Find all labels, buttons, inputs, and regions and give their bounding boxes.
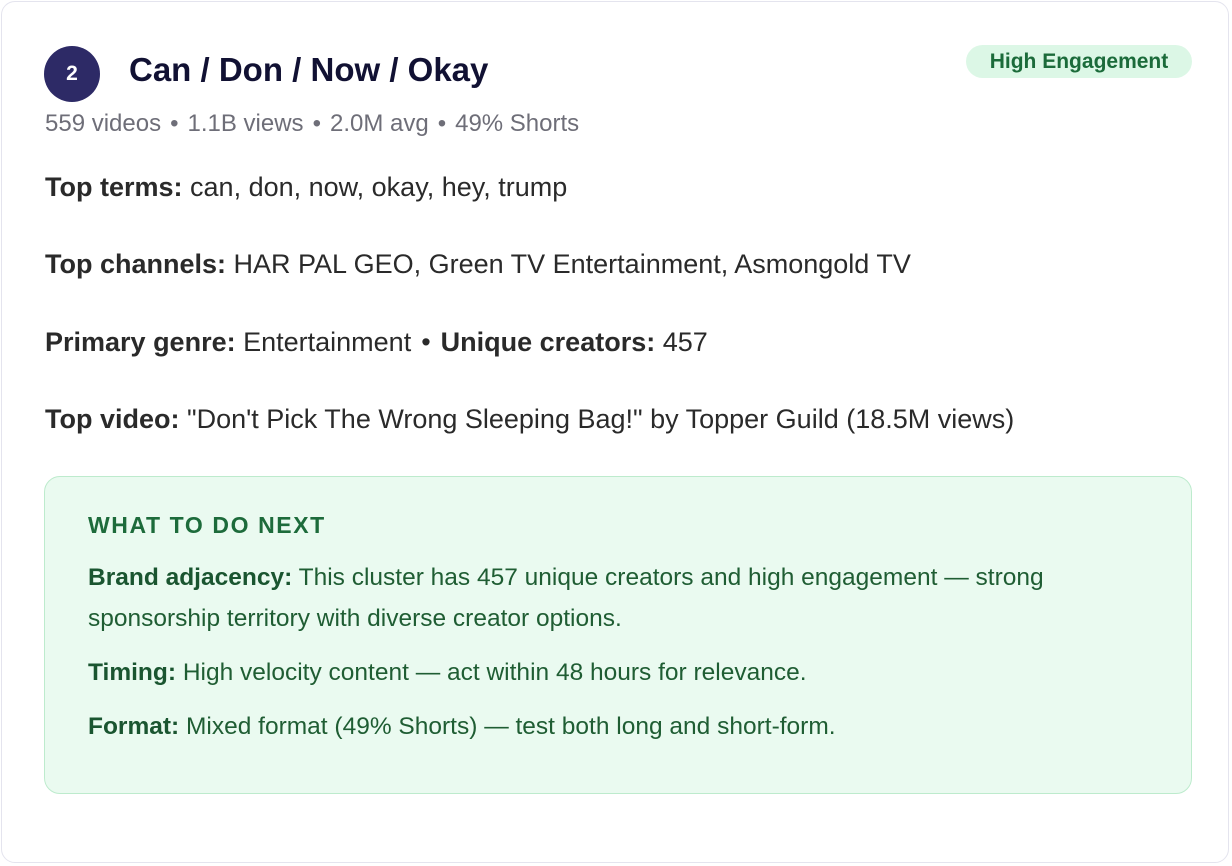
stat-videos: 559 videos — [45, 110, 162, 137]
next-step-text: Mixed format (49% Shorts) — test both lo… — [186, 713, 836, 740]
cluster-title: Can / Don / Now / Okay — [129, 51, 489, 88]
primary-genre-value: Entertainment — [243, 327, 412, 357]
cluster-card: 2 Can / Don / Now / Okay High Engagement… — [1, 1, 1229, 863]
top-video-row: Top video: "Don't Pick The Wrong Sleepin… — [45, 401, 1014, 437]
primary-genre-label: Primary genre: — [45, 327, 236, 357]
next-steps-heading: WHAT TO DO NEXT — [88, 512, 326, 538]
top-terms-label: Top terms: — [45, 172, 183, 202]
next-step-format: Format: Mixed format (49% Shorts) — test… — [88, 706, 1148, 747]
top-channels-label: Top channels: — [45, 249, 227, 279]
next-step-timing: Timing: High velocity content — act with… — [88, 652, 1148, 693]
top-terms-value: can, don, now, okay, hey, trump — [190, 172, 568, 202]
rank-number: 2 — [66, 62, 78, 85]
stat-separator: • — [312, 110, 321, 137]
next-step-label: Timing: — [88, 659, 177, 686]
genre-creators-row: Primary genre: Entertainment • Unique crea… — [45, 324, 708, 360]
next-step-brand-adjacency: Brand adjacency: This cluster has 457 un… — [88, 557, 1148, 639]
next-step-label: Format: — [88, 713, 180, 740]
top-channels-row: Top channels: HAR PAL GEO, Green TV Ente… — [45, 246, 911, 282]
unique-creators-value: 457 — [662, 327, 708, 357]
stat-separator: • — [437, 110, 447, 137]
engagement-badge: High Engagement — [966, 45, 1192, 78]
top-video-label: Top video: — [45, 404, 180, 434]
next-step-text: High velocity content — act within 48 ho… — [182, 659, 807, 686]
genre-separator: • — [421, 327, 431, 357]
stat-views: 1.1B views — [187, 110, 304, 137]
stat-shorts: 49% Shorts — [455, 110, 580, 137]
top-channels-value: HAR PAL GEO, Green TV Entertainment, Asm… — [233, 249, 911, 279]
top-terms-row: Top terms: can, don, now, okay, hey, tru… — [45, 169, 567, 205]
stat-avg: 2.0M avg — [329, 110, 429, 137]
top-video-value: "Don't Pick The Wrong Sleeping Bag!" by … — [187, 404, 1015, 434]
cluster-stats: 559 videos • 1.1B views • 2.0M avg • 49% Short… — [45, 108, 579, 140]
engagement-badge-label: High Engagement — [989, 49, 1169, 73]
stat-separator: • — [170, 110, 179, 137]
next-steps-panel: WHAT TO DO NEXT Brand adjacency: This cl… — [44, 476, 1192, 794]
next-step-label: Brand adjacency: — [88, 564, 293, 591]
rank-badge: 2 — [44, 46, 100, 102]
unique-creators-label: Unique creators: — [440, 327, 656, 357]
